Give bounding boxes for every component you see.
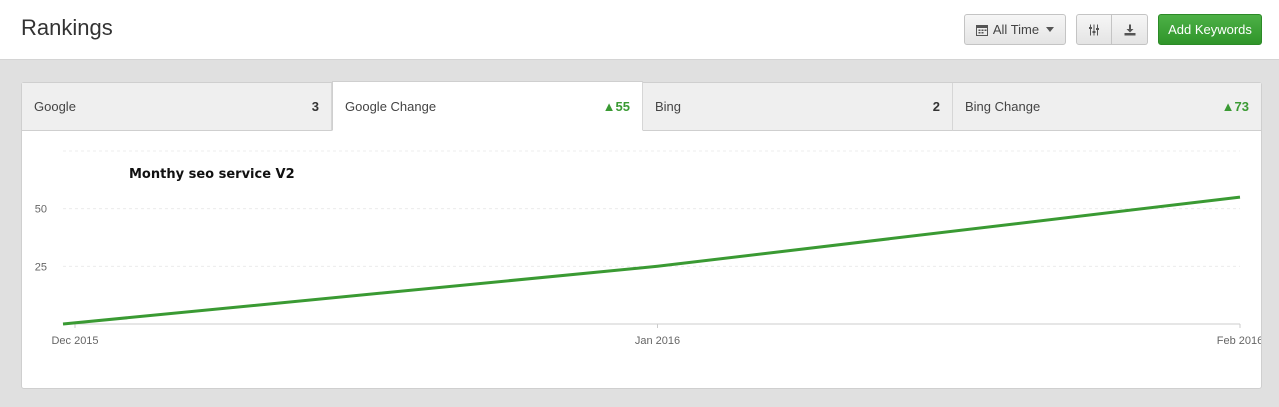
tab-google[interactable]: Google 3 [22, 83, 332, 131]
rankings-panel: Google 3 Google Change ▲55 Bing 2 Bing C… [21, 81, 1262, 389]
tab-label: Bing Change [965, 99, 1041, 114]
tab-google-change[interactable]: Google Change ▲55 [332, 81, 643, 131]
download-button[interactable] [1112, 14, 1148, 45]
y-tick-label: 50 [35, 204, 47, 216]
chart-title: Monthy seo service V2 [129, 167, 295, 182]
filter-sliders-icon [1089, 24, 1099, 35]
download-icon [1124, 24, 1135, 35]
x-tick-label: Dec 2015 [51, 335, 98, 347]
tab-value: 3 [311, 99, 319, 114]
tab-value: ▲55 [602, 98, 630, 114]
tool-button-group [1076, 14, 1148, 45]
date-range-dropdown[interactable]: All Time [964, 14, 1066, 45]
caret-down-icon [1046, 27, 1055, 32]
calendar-icon [975, 24, 988, 36]
series-line [62, 195, 1241, 326]
header-bar: Rankings All Time Add Keywords [0, 0, 1279, 60]
y-tick-label: 25 [35, 261, 47, 273]
tab-value: ▲73 [1221, 99, 1249, 114]
filter-button[interactable] [1076, 14, 1112, 45]
tab-bing[interactable]: Bing 2 [643, 83, 953, 131]
tab-value: 2 [932, 99, 940, 114]
chart-canvas: 25 50 Dec 2015 Jan 2016 Feb 2016 Monthy seo s… [35, 150, 1261, 347]
tab-bing-change[interactable]: Bing Change ▲73 [953, 83, 1261, 131]
ranking-chart: 25 50 Dec 2015 Jan 2016 Feb 2016 Monthy seo s… [22, 131, 1261, 388]
page-title: Rankings [21, 15, 113, 40]
add-keywords-button[interactable]: Add Keywords [1158, 14, 1262, 45]
date-range-label: All Time [992, 22, 1040, 37]
engine-tabs: Google 3 Google Change ▲55 Bing 2 Bing C… [22, 81, 1261, 131]
x-tick-label: Jan 2016 [635, 335, 680, 347]
tab-label: Google Change [345, 98, 437, 114]
tab-label: Bing [655, 99, 682, 114]
x-tick-label: Feb 2016 [1217, 335, 1261, 347]
tab-label: Google [34, 99, 76, 114]
